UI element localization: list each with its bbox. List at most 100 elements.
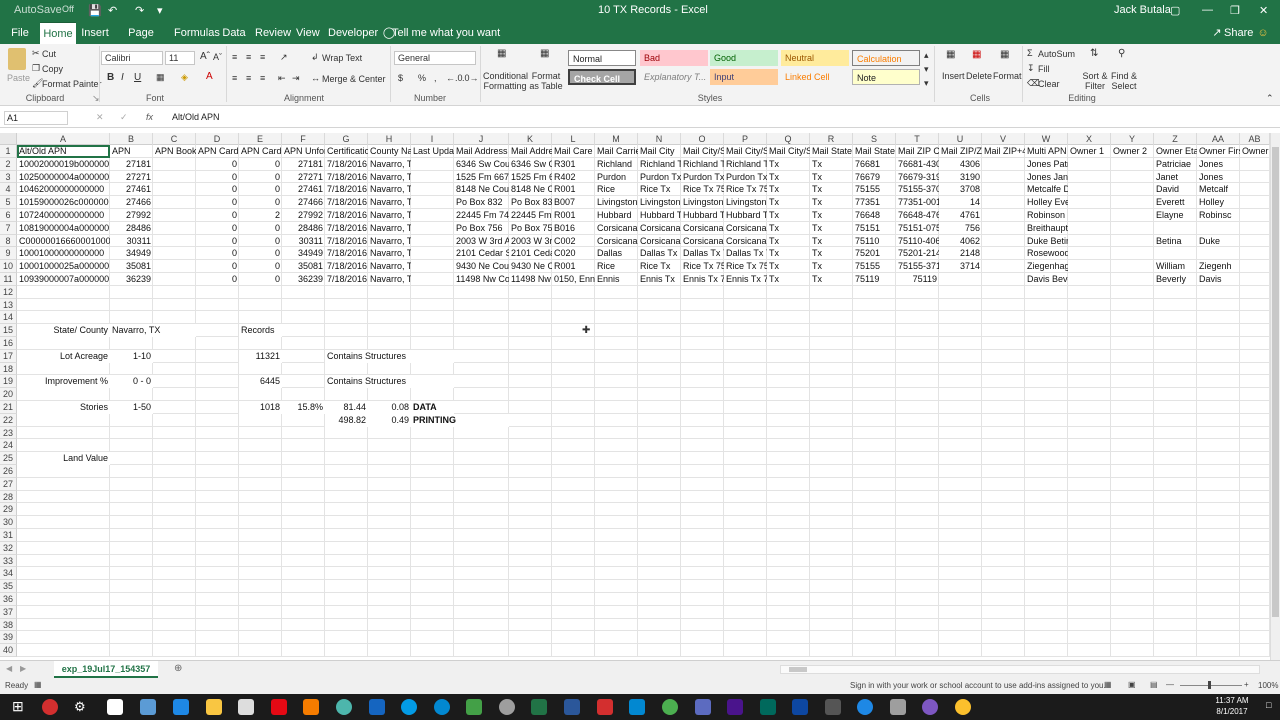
- cell[interactable]: Tx: [810, 196, 853, 209]
- grow-font-icon[interactable]: Aˆ: [200, 51, 210, 62]
- tab-formulas[interactable]: Formulas: [174, 22, 220, 44]
- cell[interactable]: 0: [196, 247, 239, 260]
- fill-color-icon[interactable]: ◈: [181, 72, 188, 83]
- row-header[interactable]: 10: [0, 260, 17, 273]
- cancel-entry-icon[interactable]: ✕: [96, 112, 104, 123]
- cell[interactable]: 34949: [282, 247, 325, 260]
- cell[interactable]: 22445 Fm 74: [454, 209, 509, 222]
- outlook-icon[interactable]: [369, 699, 385, 715]
- app-icon[interactable]: [662, 699, 678, 715]
- column-header[interactable]: K: [509, 133, 552, 145]
- notification-icon[interactable]: □: [1266, 700, 1271, 710]
- cell[interactable]: 7/18/2016: [325, 183, 368, 196]
- row-header[interactable]: 27: [0, 477, 17, 491]
- cell[interactable]: C00000016660001000: [17, 235, 110, 248]
- column-header[interactable]: O: [681, 133, 724, 145]
- cell[interactable]: Owner 1: [1068, 145, 1111, 158]
- cell[interactable]: Tx: [767, 222, 810, 235]
- cell[interactable]: County Na: [368, 145, 411, 158]
- cell[interactable]: Livingston: [724, 196, 767, 209]
- cell[interactable]: 9430 Ne Cour: [454, 260, 509, 273]
- excel-icon[interactable]: [531, 699, 547, 715]
- cell[interactable]: Mail ZIP/Zi: [939, 145, 982, 158]
- row-header[interactable]: 18: [0, 362, 17, 376]
- wrap-text-button[interactable]: Wrap Text: [322, 53, 362, 63]
- cell[interactable]: Davis: [1197, 273, 1240, 286]
- app-icon[interactable]: [857, 699, 873, 715]
- cell[interactable]: 2101 Cedar S: [454, 247, 509, 260]
- row-header[interactable]: 9: [0, 247, 17, 261]
- row-header[interactable]: 1: [0, 145, 17, 158]
- cell[interactable]: 6346 Sw County Road: [509, 158, 552, 171]
- column-header[interactable]: E: [239, 133, 282, 145]
- cell[interactable]: 0: [196, 209, 239, 222]
- row-header[interactable]: 24: [0, 439, 17, 453]
- cell[interactable]: Rice: [595, 260, 638, 273]
- cell[interactable]: 27271: [282, 171, 325, 184]
- column-header[interactable]: H: [368, 133, 411, 145]
- cell[interactable]: Mail City/S: [767, 145, 810, 158]
- column-header[interactable]: Y: [1111, 133, 1154, 145]
- column-header[interactable]: Q: [767, 133, 810, 145]
- column-header[interactable]: A: [17, 133, 110, 145]
- cell[interactable]: 75110-406: [896, 235, 939, 248]
- cell[interactable]: Corsicana: [724, 222, 767, 235]
- cell[interactable]: 0.08: [368, 401, 411, 414]
- cell[interactable]: 0: [196, 273, 239, 286]
- column-header[interactable]: B: [110, 133, 153, 145]
- cell[interactable]: 10159000026c000000: [17, 196, 110, 209]
- cell[interactable]: 2: [239, 209, 282, 222]
- cell[interactable]: 11498 Nw County Rd: [509, 273, 552, 286]
- cell[interactable]: 27992: [282, 209, 325, 222]
- cell[interactable]: Dallas Tx 7: [724, 247, 767, 260]
- row-header[interactable]: 33: [0, 554, 17, 568]
- cell[interactable]: Jones: [1197, 158, 1240, 171]
- orientation-icon[interactable]: ↗: [280, 52, 288, 63]
- cell[interactable]: Po Box 756, Corsican: [509, 222, 552, 235]
- find-select-button[interactable]: Find & Select: [1106, 71, 1142, 91]
- cell[interactable]: Rice Tx: [638, 260, 681, 273]
- styles-more-icon[interactable]: ▾: [924, 78, 929, 89]
- format-as-table-button[interactable]: Format as Table: [528, 71, 564, 91]
- row-header[interactable]: 2: [0, 157, 17, 171]
- cell[interactable]: Improvement %: [17, 375, 110, 389]
- cell[interactable]: Navarro, Tx: [368, 171, 411, 184]
- cell[interactable]: 10001000000000000: [17, 247, 110, 260]
- cell[interactable]: 27461: [282, 183, 325, 196]
- row-header[interactable]: 29: [0, 503, 17, 517]
- cell[interactable]: Jones: [1197, 171, 1240, 184]
- cell[interactable]: 75155: [853, 183, 896, 196]
- cell[interactable]: Mail City/S: [681, 145, 724, 158]
- cell[interactable]: 0 - 0: [110, 375, 153, 389]
- cell[interactable]: 75155-370: [896, 183, 939, 196]
- cell[interactable]: 0150, Ennis: [552, 273, 595, 286]
- cell[interactable]: Contains Structures: [325, 375, 454, 389]
- smiley-icon[interactable]: ☺: [1256, 22, 1270, 44]
- cell[interactable]: Tx: [810, 171, 853, 184]
- cell[interactable]: Tx: [767, 158, 810, 171]
- cell[interactable]: 76681: [853, 158, 896, 171]
- style-bad[interactable]: Bad: [640, 50, 708, 66]
- row-header[interactable]: 19: [0, 375, 17, 389]
- cell[interactable]: APN Card I: [196, 145, 239, 158]
- zoom-level[interactable]: 100%: [1258, 681, 1278, 690]
- font-color-icon[interactable]: A: [206, 71, 213, 82]
- cell[interactable]: Ennis: [595, 273, 638, 286]
- cell[interactable]: Mail Addre: [509, 145, 552, 158]
- cell[interactable]: 6445: [239, 375, 282, 389]
- cell[interactable]: 7/18/2016: [325, 171, 368, 184]
- skype-business-icon[interactable]: [434, 699, 450, 715]
- cell[interactable]: 0: [196, 196, 239, 209]
- cut-button[interactable]: Cut: [42, 49, 56, 59]
- cell[interactable]: 11498 Nw Co: [454, 273, 509, 286]
- cell[interactable]: Livingston: [595, 196, 638, 209]
- netflix-icon[interactable]: [271, 699, 287, 715]
- row-header[interactable]: 20: [0, 388, 17, 401]
- cell[interactable]: Richland T: [681, 158, 724, 171]
- cell[interactable]: 75155-371: [896, 260, 939, 273]
- paste-icon[interactable]: [8, 48, 26, 70]
- cell[interactable]: Certificatio: [325, 145, 368, 158]
- cell[interactable]: Po Box 832, Livingsto: [509, 196, 552, 209]
- row-header[interactable]: 35: [0, 580, 17, 593]
- insert-cells-icon[interactable]: ▦: [946, 49, 955, 60]
